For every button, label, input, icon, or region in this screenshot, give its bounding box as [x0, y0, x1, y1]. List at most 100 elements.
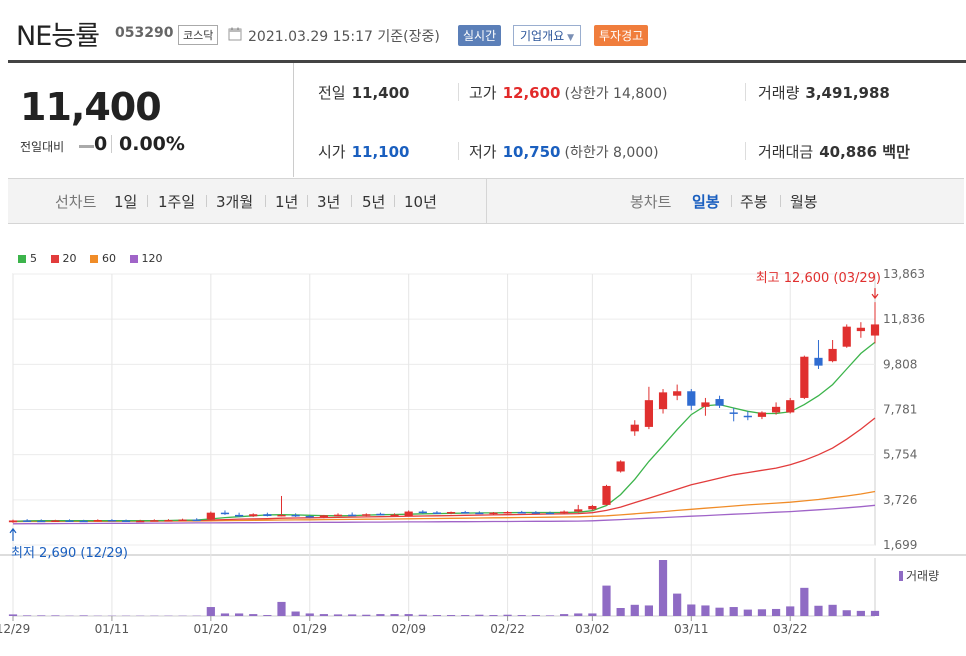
tab-separator [780, 195, 781, 207]
current-price: 11,400 [20, 85, 162, 129]
candle-body [192, 519, 201, 522]
quote-separator [745, 83, 746, 101]
volume-bar [517, 615, 526, 616]
volume-bar [757, 609, 767, 616]
quote-high: 고가 12,600 (상한가 14,800) [469, 82, 668, 103]
quote-open: 시가 11,100 [318, 141, 410, 162]
volume-bar [644, 605, 653, 616]
tab-line-10y[interactable]: 10년 [404, 191, 437, 212]
candle-body [277, 514, 286, 517]
quote-amount: 거래대금 40,886 백만 [758, 141, 910, 162]
candle-body [870, 324, 880, 336]
candle-body [644, 400, 653, 427]
candle-body [376, 513, 385, 516]
volume-bar [743, 609, 752, 616]
volume-bar [842, 610, 851, 616]
tab-line-3y[interactable]: 3년 [317, 191, 340, 212]
low-value: 10,750 [502, 143, 561, 161]
tab-line-3m[interactable]: 3개월 [216, 191, 253, 212]
x-tick-label: 02/09 [391, 622, 426, 636]
stock-header: NE능률 053290 코스닥 2021.03.29 15:17 기준(장중) … [0, 0, 966, 62]
volume-bar [51, 615, 60, 616]
x-tick-label: 01/29 [292, 622, 327, 636]
y-tick-label: 3,726 [883, 493, 917, 507]
tab-line-5y[interactable]: 5년 [362, 191, 385, 212]
low-label: 저가 [469, 143, 497, 161]
tab-line-1y[interactable]: 1년 [275, 191, 298, 212]
candle-body [545, 512, 555, 515]
candle-body [531, 512, 540, 514]
tab-separator [731, 195, 732, 207]
volume-bar [701, 605, 710, 616]
change-label: 전일대비 [20, 140, 65, 154]
volume-bar [291, 611, 300, 616]
candle-body [51, 520, 60, 522]
y-tick-label: 7,781 [883, 403, 917, 417]
volume-bar [814, 605, 823, 616]
chart-tab-bar: 선차트 1일 1주일 3개월 1년 3년 5년 10년 봉차트 일봉 주봉 월봉 [8, 178, 964, 224]
tab-separator [265, 195, 266, 207]
candle-body [93, 520, 102, 522]
candle-body [249, 514, 258, 517]
prev-close-label: 전일 [318, 84, 346, 102]
volume-bar [319, 614, 328, 616]
candle-body [23, 520, 32, 522]
quote-datetime: 2021.03.29 15:17 기준(장중) [248, 29, 440, 45]
prev-close-value: 11,400 [351, 84, 410, 102]
candle-body [771, 406, 781, 413]
volume-bar [432, 615, 442, 616]
volume-bar [446, 615, 456, 616]
upper-limit: (상한가 14,800) [564, 86, 668, 102]
volume-bar [856, 610, 865, 616]
quote-prev-close: 전일 11,400 [318, 82, 410, 103]
y-tick-label: 11,836 [883, 312, 925, 326]
candle-body [574, 509, 583, 512]
x-tick-label: 12/29 [0, 622, 30, 636]
volume-bar [376, 614, 385, 616]
candle-body [630, 424, 639, 432]
quote-separator [745, 142, 746, 160]
volume-bar [249, 614, 258, 616]
volume-bar [786, 606, 795, 616]
volume-bar [8, 614, 18, 616]
candle-body [475, 512, 484, 515]
change-value: 0 [94, 133, 108, 155]
quote-separator [458, 83, 459, 101]
tab-line-1d[interactable]: 1일 [114, 191, 137, 212]
volume-value: 3,491,988 [805, 84, 890, 102]
high-value: 12,600 [502, 84, 561, 102]
candlestick-chart[interactable]: 13,863 11,836 9,808 7,781 5,754 3,726 1,699 12/… [0, 262, 966, 656]
company-info-dropdown[interactable]: 기업개요 ▼ [513, 25, 582, 46]
tab-candle-weekly[interactable]: 주봉 [740, 191, 768, 212]
candle-body [757, 412, 767, 417]
candle-body [743, 415, 752, 418]
max-arrow-icon [871, 288, 879, 300]
realtime-button[interactable]: 실시간 [458, 25, 502, 46]
volume-bar [588, 613, 597, 616]
candle-body [432, 512, 442, 514]
candle-body [814, 357, 823, 366]
min-arrow-icon [9, 527, 17, 541]
tab-separator [307, 195, 308, 207]
tab-candle-monthly[interactable]: 월봉 [790, 191, 818, 212]
candle-body [121, 520, 131, 522]
volume-bar [390, 614, 399, 616]
candle-body [235, 514, 244, 517]
tab-candle-daily[interactable]: 일봉 [692, 191, 720, 212]
candle-body [348, 514, 357, 517]
candle-body [503, 512, 512, 514]
volume-bar [503, 614, 512, 616]
y-tick-label: 9,808 [883, 357, 917, 371]
volume-bar [23, 615, 32, 616]
candle-body [588, 505, 597, 510]
tab-line-1w[interactable]: 1주일 [158, 191, 195, 212]
candle-body [178, 519, 187, 522]
investment-warning-badge[interactable]: 투자경고 [594, 25, 649, 46]
candle-body [701, 402, 710, 407]
ma60-line [12, 490, 876, 523]
change-separator [111, 135, 112, 153]
volume-bar [616, 608, 625, 616]
high-label: 고가 [469, 84, 497, 102]
volume-bar [630, 604, 639, 616]
candle-body [136, 520, 145, 523]
